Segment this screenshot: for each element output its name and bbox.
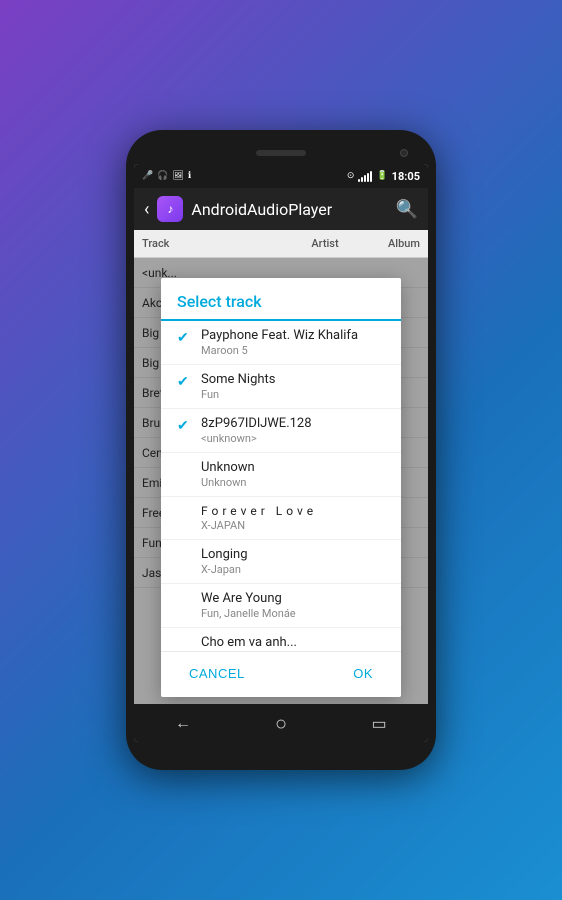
item-text-payphone: Payphone Feat. Wiz Khalifa Maroon 5 <box>201 328 358 357</box>
status-left-icons: 🎤 🎧 🖼 ℹ <box>142 171 191 181</box>
item-text-8zp: 8zP967IDlJWE.128 <unknown> <box>201 416 312 445</box>
dialog-actions: Cancel OK <box>161 651 401 697</box>
col-track: Track <box>142 237 280 250</box>
item-subtitle-unknown: Unknown <box>201 476 255 489</box>
signal-bar-3 <box>364 175 366 182</box>
dialog-item-we-are-young[interactable]: ✔ We Are Young Fun, Janelle Monáe <box>161 584 401 628</box>
dialog-title: Select track <box>161 278 401 321</box>
item-title-unknown: Unknown <box>201 460 255 475</box>
item-subtitle-we-are-young: Fun, Janelle Monáe <box>201 607 296 620</box>
item-title-we-are-young: We Are Young <box>201 591 296 606</box>
search-button[interactable]: 🔍 <box>396 199 418 220</box>
nav-bar: ← ○ ▭ <box>134 704 428 742</box>
item-text-some-nights: Some Nights Fun <box>201 372 276 401</box>
dialog-item-cho-em[interactable]: ✔ Cho em va anh... 7MT, Bueno, Yanbi n P… <box>161 628 401 651</box>
select-track-dialog: Select track ✔ Payphone Feat. Wiz Khalif… <box>161 278 401 697</box>
col-artist: Artist <box>280 237 370 250</box>
item-text-cho-em: Cho em va anh... 7MT, Bueno, Yanbi n Phu… <box>201 635 356 651</box>
track-list: <unk... Akon... Big B... Big T... Brett.… <box>134 258 428 704</box>
cancel-button[interactable]: Cancel <box>177 660 257 687</box>
front-camera <box>400 149 408 157</box>
back-button[interactable]: ‹ <box>144 199 149 220</box>
app-title: AndroidAudioPlayer <box>191 200 387 219</box>
ok-button[interactable]: OK <box>341 660 385 687</box>
app-bar: ‹ ♪ AndroidAudioPlayer 🔍 <box>134 188 428 230</box>
item-text-unknown: Unknown Unknown <box>201 460 255 489</box>
item-title-cho-em: Cho em va anh... <box>201 635 356 650</box>
check-icon-8zp: ✔ <box>177 418 191 434</box>
info-icon: ℹ <box>188 171 191 181</box>
app-icon-symbol: ♪ <box>167 202 173 216</box>
check-icon-some-nights: ✔ <box>177 374 191 390</box>
back-nav-button[interactable]: ← <box>165 713 201 733</box>
check-icon-payphone: ✔ <box>177 330 191 346</box>
status-bar: 🎤 🎧 🖼 ℹ ⊙ 🔋 18:05 <box>134 164 428 188</box>
signal-bar-4 <box>367 173 369 182</box>
screen: 🎤 🎧 🖼 ℹ ⊙ 🔋 18:05 ‹ <box>134 164 428 742</box>
item-title-8zp: 8zP967IDlJWE.128 <box>201 416 312 431</box>
phone-bottom <box>134 742 428 758</box>
recent-nav-button[interactable]: ▭ <box>361 714 397 733</box>
item-subtitle-payphone: Maroon 5 <box>201 344 358 357</box>
column-headers: Track Artist Album <box>134 230 428 258</box>
image-icon: 🖼 <box>172 171 183 181</box>
item-title-some-nights: Some Nights <box>201 372 276 387</box>
item-subtitle-forever-love: X-JAPAN <box>201 519 317 532</box>
dialog-list[interactable]: ✔ Payphone Feat. Wiz Khalifa Maroon 5 ✔ … <box>161 321 401 651</box>
signal-bar-5 <box>370 171 372 182</box>
item-text-we-are-young: We Are Young Fun, Janelle Monáe <box>201 591 296 620</box>
home-nav-button[interactable]: ○ <box>263 711 299 736</box>
item-subtitle-longing: X-Japan <box>201 563 248 576</box>
wifi-icon: ⊙ <box>347 171 355 181</box>
status-time: 18:05 <box>392 170 420 183</box>
phone-top-bar <box>134 142 428 164</box>
item-title-payphone: Payphone Feat. Wiz Khalifa <box>201 328 358 343</box>
dialog-item-payphone[interactable]: ✔ Payphone Feat. Wiz Khalifa Maroon 5 <box>161 321 401 365</box>
dialog-item-8zp[interactable]: ✔ 8zP967IDlJWE.128 <unknown> <box>161 409 401 453</box>
dialog-item-some-nights[interactable]: ✔ Some Nights Fun <box>161 365 401 409</box>
signal-bars <box>358 170 372 182</box>
dialog-item-longing[interactable]: ✔ Longing X-Japan <box>161 540 401 584</box>
item-title-longing: Longing <box>201 547 248 562</box>
speaker <box>256 150 306 156</box>
dialog-item-unknown[interactable]: ✔ Unknown Unknown <box>161 453 401 497</box>
phone-shell: 🎤 🎧 🖼 ℹ ⊙ 🔋 18:05 ‹ <box>126 130 436 770</box>
dialog-item-forever-love[interactable]: ✔ Forever Love X-JAPAN <box>161 497 401 540</box>
signal-bar-1 <box>358 179 360 182</box>
status-right-icons: ⊙ 🔋 18:05 <box>347 170 420 183</box>
signal-bar-2 <box>361 177 363 182</box>
item-subtitle-8zp: <unknown> <box>201 432 312 445</box>
headset-icon: 🎧 <box>157 171 168 181</box>
col-album: Album <box>370 237 420 250</box>
mic-icon: 🎤 <box>142 171 153 181</box>
item-text-longing: Longing X-Japan <box>201 547 248 576</box>
app-icon: ♪ <box>157 196 183 222</box>
item-title-forever-love: Forever Love <box>201 504 317 518</box>
battery-icon: 🔋 <box>376 171 387 181</box>
dialog-overlay: Select track ✔ Payphone Feat. Wiz Khalif… <box>134 258 428 704</box>
item-subtitle-some-nights: Fun <box>201 388 276 401</box>
item-text-forever-love: Forever Love X-JAPAN <box>201 504 317 532</box>
